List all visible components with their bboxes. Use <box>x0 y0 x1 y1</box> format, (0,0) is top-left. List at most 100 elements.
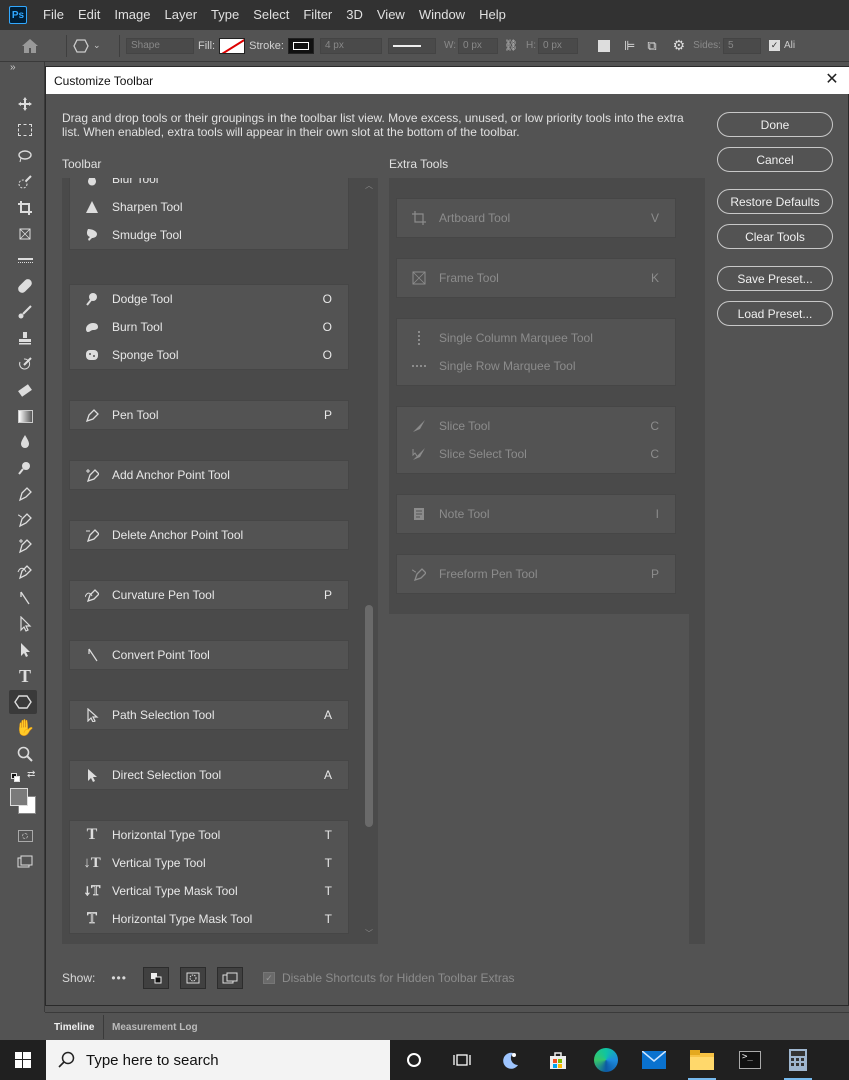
tool-group[interactable]: Direct Selection Tool A <box>69 760 349 790</box>
tool-group[interactable]: Freeform Pen Tool P <box>396 554 676 594</box>
add-anchor-icon[interactable] <box>15 536 35 556</box>
tool-row[interactable]: Burn Tool O <box>70 313 348 341</box>
align-edges-checkbox[interactable]: ✓ <box>768 40 780 51</box>
tool-row[interactable]: ↓T Vertical Type Tool T <box>70 849 348 877</box>
windows-start-icon[interactable] <box>0 1040 46 1080</box>
link-icon[interactable]: ⛓ <box>504 39 518 52</box>
ruler-tool-icon[interactable] <box>15 250 35 270</box>
extra-tools-list[interactable]: Artboard Tool V Frame Tool K Single Colu… <box>389 178 705 944</box>
tool-group[interactable]: Pen Tool P <box>69 400 349 430</box>
scroll-up-icon[interactable]: ︿ <box>365 180 373 191</box>
tool-row[interactable]: T Horizontal Type Tool T <box>70 821 348 849</box>
swap-colors-icon[interactable]: ⇄ <box>27 769 35 780</box>
stroke-width-field[interactable]: 4 px <box>319 37 382 54</box>
restore-defaults-button[interactable]: Restore Defaults <box>717 189 833 214</box>
height-field[interactable]: 0 px <box>537 37 578 54</box>
quick-selection-icon[interactable] <box>15 172 35 192</box>
menu-file[interactable]: File <box>36 0 71 30</box>
shape-picker-icon[interactable]: ⌄ <box>73 38 113 53</box>
tool-group[interactable]: Dodge Tool O Burn Tool O Sponge Tool O <box>69 284 349 370</box>
pen-tool-icon[interactable] <box>15 484 35 504</box>
tool-row[interactable]: Add Anchor Point Tool <box>70 461 348 489</box>
freeform-pen-icon[interactable] <box>15 510 35 530</box>
scroll-thumb[interactable] <box>365 605 373 827</box>
tool-row[interactable]: Dodge Tool O <box>70 285 348 313</box>
dodge-tool-icon[interactable] <box>15 458 35 478</box>
stroke-swatch[interactable] <box>287 37 314 54</box>
load-preset-button[interactable]: Load Preset... <box>717 301 833 326</box>
tool-group[interactable]: Slice Tool C Slice Select Tool C <box>396 406 676 474</box>
tool-row[interactable]: T Horizontal Type Mask Tool T <box>70 905 348 933</box>
weather-icon[interactable] <box>486 1040 534 1080</box>
close-icon[interactable]: ✕ <box>823 71 841 89</box>
save-preset-button[interactable]: Save Preset... <box>717 266 833 291</box>
convert-point-icon[interactable] <box>15 588 35 608</box>
tool-row[interactable]: Single Column Marquee Tool <box>397 324 675 352</box>
cancel-button[interactable]: Cancel <box>717 147 833 172</box>
lasso-tool-icon[interactable] <box>15 146 35 166</box>
cortana-icon[interactable] <box>390 1040 438 1080</box>
tool-row[interactable]: Pen Tool P <box>70 401 348 429</box>
clone-stamp-icon[interactable] <box>15 328 35 348</box>
crop-tool-icon[interactable] <box>15 198 35 218</box>
store-icon[interactable] <box>534 1040 582 1080</box>
curvature-pen-icon[interactable] <box>15 562 35 582</box>
menu-image[interactable]: Image <box>107 0 157 30</box>
tool-group[interactable]: Delete Anchor Point Tool <box>69 520 349 550</box>
home-icon[interactable] <box>0 38 60 54</box>
tool-row[interactable]: Frame Tool K <box>397 259 675 297</box>
clear-tools-button[interactable]: Clear Tools <box>717 224 833 249</box>
healing-brush-icon[interactable] <box>15 276 35 296</box>
scroll-down-icon[interactable]: ﹀ <box>365 928 373 939</box>
tool-row[interactable]: Single Row Marquee Tool <box>397 352 675 380</box>
task-view-icon[interactable] <box>438 1040 486 1080</box>
menu-edit[interactable]: Edit <box>71 0 107 30</box>
default-colors-toggle-icon[interactable] <box>142 967 169 989</box>
mail-icon[interactable] <box>630 1040 678 1080</box>
done-button[interactable]: Done <box>717 112 833 137</box>
menu-filter[interactable]: Filter <box>296 0 339 30</box>
zoom-tool-icon[interactable] <box>15 744 35 764</box>
blur-tool-icon[interactable] <box>15 432 35 452</box>
tool-group[interactable]: Convert Point Tool <box>69 640 349 670</box>
eraser-tool-icon[interactable] <box>15 380 35 400</box>
tool-group[interactable]: Curvature Pen Tool P <box>69 580 349 610</box>
disable-shortcuts-checkbox[interactable]: ✓ <box>262 972 275 984</box>
toolbar-list[interactable]: Blur Tool Sharpen Tool Smudge Tool Dodge… <box>62 178 378 944</box>
tool-group[interactable]: T Horizontal Type Tool T ↓T Vertical Typ… <box>69 820 349 934</box>
file-explorer-icon[interactable] <box>678 1040 726 1080</box>
menu-3d[interactable]: 3D <box>339 0 370 30</box>
toolbar-scrollbar[interactable]: ︿ ﹀ <box>360 178 378 944</box>
tool-group[interactable]: Single Column Marquee Tool Single Row Ma… <box>396 318 676 386</box>
history-brush-icon[interactable] <box>15 354 35 374</box>
tool-group[interactable]: Path Selection Tool A <box>69 700 349 730</box>
tool-group[interactable]: Blur Tool Sharpen Tool Smudge Tool <box>69 178 349 250</box>
stroke-type-select[interactable] <box>387 37 436 54</box>
tool-row[interactable]: Note Tool I <box>397 495 675 533</box>
direct-selection-icon[interactable] <box>15 640 35 660</box>
tool-group[interactable]: Artboard Tool V <box>396 198 676 238</box>
menu-layer[interactable]: Layer <box>158 0 205 30</box>
quick-mask-toggle-icon[interactable] <box>179 967 206 989</box>
tool-row[interactable]: Direct Selection Tool A <box>70 761 348 789</box>
tab-timeline[interactable]: Timeline <box>45 1015 105 1039</box>
tool-row[interactable]: Path Selection Tool A <box>70 701 348 729</box>
screen-mode-toggle-icon[interactable] <box>216 967 243 989</box>
tool-row[interactable]: Sharpen Tool <box>70 193 348 221</box>
tool-row[interactable]: Smudge Tool <box>70 221 348 249</box>
collapse-icon[interactable]: » <box>10 62 16 73</box>
tool-group[interactable]: Frame Tool K <box>396 258 676 298</box>
path-selection-icon[interactable] <box>15 614 35 634</box>
default-colors-icon[interactable]: ⇄ <box>9 769 39 783</box>
more-icon[interactable]: ••• <box>111 971 127 985</box>
tool-row[interactable]: Convert Point Tool <box>70 641 348 669</box>
tool-row[interactable]: Slice Tool C <box>397 412 675 440</box>
screen-mode-icon[interactable] <box>15 852 35 872</box>
edge-icon[interactable] <box>582 1040 630 1080</box>
calculator-icon[interactable] <box>774 1040 822 1080</box>
menu-window[interactable]: Window <box>412 0 472 30</box>
tool-row[interactable]: Artboard Tool V <box>397 199 675 237</box>
width-field[interactable]: 0 px <box>458 37 499 54</box>
tool-row[interactable]: Sponge Tool O <box>70 341 348 369</box>
menu-view[interactable]: View <box>370 0 412 30</box>
